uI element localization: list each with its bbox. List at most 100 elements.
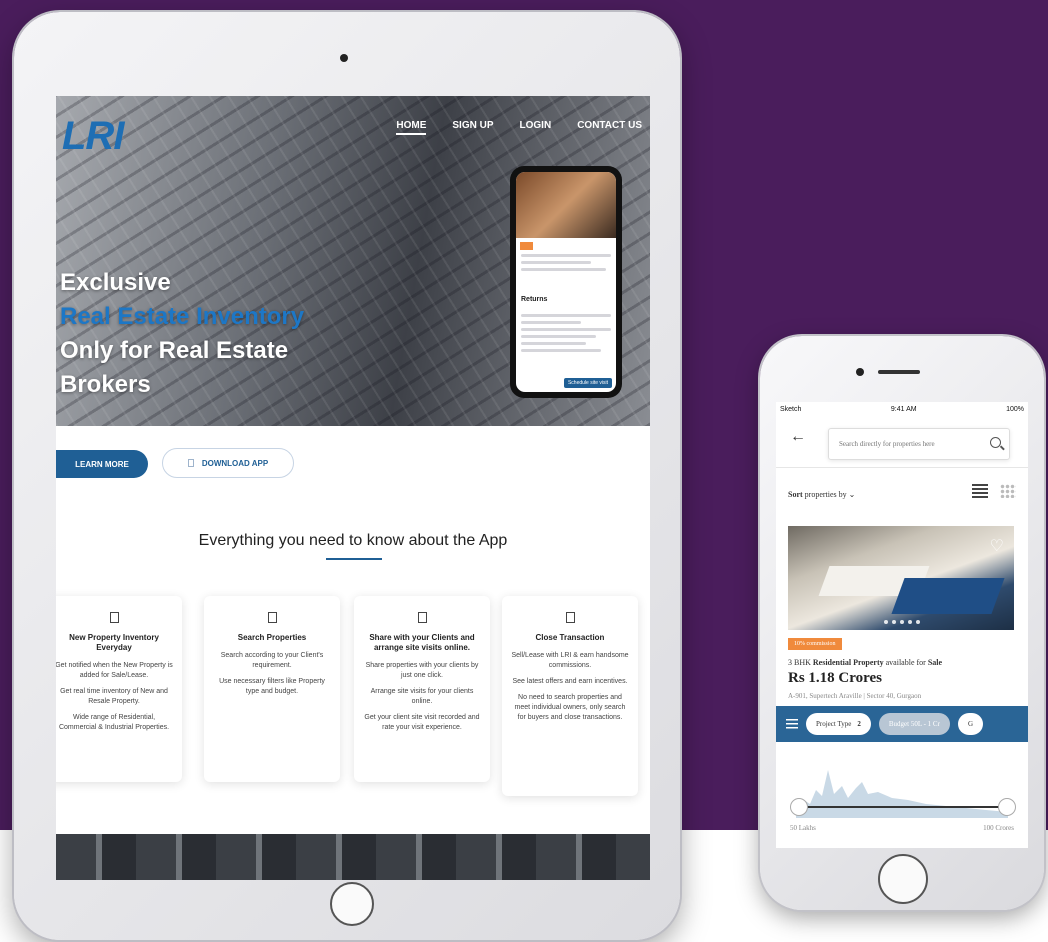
card-title: Close Transaction: [535, 633, 605, 642]
card-text: No need to search properties and meet in…: [514, 694, 626, 721]
phone-camera: [856, 368, 864, 376]
tablet-home-button[interactable]: [330, 882, 374, 926]
hero-phone-photo: [516, 172, 616, 238]
hero-phone-heading: Returns: [521, 296, 548, 303]
battery-label: 100%: [1006, 405, 1024, 413]
hero-line-3: Only for Real Estate: [60, 337, 289, 364]
tablet-screen: LRI HOME SIGN UP LOGIN CONTACT US Exclus…: [56, 96, 650, 880]
nav-login[interactable]: LOGIN: [520, 120, 552, 135]
price-histogram: [796, 770, 1008, 818]
nav-signup[interactable]: SIGN UP: [452, 120, 493, 135]
mobile-icon: [109, 612, 119, 623]
heart-icon[interactable]: ♡: [990, 536, 1004, 556]
feature-card-search: Search Properties Search according to yo…: [204, 596, 340, 782]
hero-headline: Exclusive Real Estate Inventory Only for…: [60, 266, 304, 402]
card-title: New Property Inventory Everyday: [69, 633, 159, 652]
placeholder-line: [521, 321, 581, 324]
search-icon[interactable]: [990, 437, 1001, 448]
card-text: Use necessary filters like Property type…: [219, 678, 325, 695]
placeholder-line: [521, 268, 606, 271]
card-title: Search Properties: [237, 633, 307, 642]
phone-icon: [187, 459, 194, 467]
commission-badge: 10% commission: [788, 638, 842, 650]
card-text: Share properties with your clients by ju…: [365, 662, 479, 679]
range-min-label: 50 Lakhs: [790, 824, 816, 832]
property-photo[interactable]: ♡: [788, 526, 1014, 630]
sort-label-bold: Sort: [788, 490, 803, 499]
chip-count: 2: [857, 720, 861, 728]
phone-speaker: [878, 370, 920, 374]
filter-bar: Project Type 2 Budget 50L - 1 Cr G: [776, 706, 1028, 742]
search-header: ←: [776, 416, 1028, 468]
property-bhk: 3 BHK: [788, 658, 811, 667]
property-price: Rs 1.18 Crores: [788, 670, 883, 686]
card-text: See latest offers and earn incentives.: [512, 678, 628, 685]
placeholder-line: [521, 314, 611, 317]
available-for-label: available for: [885, 658, 926, 667]
download-app-button[interactable]: DOWNLOAD APP: [162, 448, 294, 478]
hero-banner: LRI HOME SIGN UP LOGIN CONTACT US Exclus…: [56, 96, 650, 426]
phone-device: Sketch 9:41 AM 100% ← Sort properties by…: [760, 336, 1044, 910]
section-title: Everything you need to know about the Ap…: [198, 532, 508, 549]
list-view-icon[interactable]: [972, 484, 988, 498]
hero-phone-button: Schedule site visit: [563, 378, 612, 388]
card-text: Search according to your Client's requir…: [220, 652, 324, 669]
range-min-handle[interactable]: [790, 798, 808, 816]
status-bar: Sketch 9:41 AM 100%: [776, 402, 1028, 416]
status-time: 9:41 AM: [890, 405, 917, 413]
histogram-area: [796, 770, 1008, 818]
back-arrow-icon[interactable]: ←: [790, 428, 806, 446]
placeholder-line: [521, 254, 611, 257]
placeholder-line: [521, 328, 611, 331]
hero-phone-screen: Returns Schedule site visit: [516, 172, 616, 392]
hero-line-2: Real Estate Inventory: [60, 303, 305, 330]
feature-card-inventory: New Property Inventory Everyday Get noti…: [56, 596, 182, 782]
card-text: Wide range of Residential, Commercial & …: [58, 714, 170, 731]
range-slider-track[interactable]: [798, 806, 1006, 808]
card-text: Sell/Lease with LRI & earn handsome comm…: [511, 652, 629, 669]
site-logo[interactable]: LRI: [62, 114, 124, 159]
hero-line-4: Brokers: [60, 371, 151, 398]
card-text: Get real time inventory of New and Resal…: [60, 688, 168, 705]
nav-home[interactable]: HOME: [396, 120, 427, 135]
card-text: Get notified when the New Property is ad…: [56, 662, 173, 679]
phone-home-button[interactable]: [878, 854, 928, 904]
download-app-label: DOWNLOAD APP: [201, 458, 269, 468]
search-input[interactable]: [829, 429, 979, 459]
hero-phone-tag: [520, 242, 533, 250]
top-nav: HOME SIGN UP LOGIN CONTACT US: [396, 120, 642, 135]
feature-card-close: Close Transaction Sell/Lease with LRI & …: [502, 596, 638, 796]
learn-more-button[interactable]: LEARN MORE: [56, 450, 148, 478]
title-underline: [326, 558, 382, 560]
placeholder-line: [521, 342, 586, 345]
tablet-device: LRI HOME SIGN UP LOGIN CONTACT US Exclus…: [14, 12, 680, 940]
range-max-handle[interactable]: [998, 798, 1016, 816]
range-max-label: 100 Crores: [983, 824, 1014, 832]
mobile-icon: [565, 612, 575, 623]
placeholder-line: [521, 349, 601, 352]
sort-row: Sort properties by ⌄: [776, 468, 1028, 512]
filter-icon[interactable]: [786, 719, 798, 729]
property-description: 3 BHK Residential Property available for…: [788, 658, 942, 667]
tablet-camera: [340, 54, 348, 62]
placeholder-line: [521, 261, 591, 264]
hero-line-1: Exclusive: [60, 269, 171, 296]
card-text: Get your client site visit recorded and …: [364, 714, 480, 731]
chevron-down-icon: ⌄: [848, 490, 856, 499]
chip-label: Project Type: [816, 720, 852, 728]
carousel-dots[interactable]: [884, 620, 920, 624]
property-for: Sale: [927, 658, 943, 667]
search-box[interactable]: [828, 428, 1010, 460]
feature-card-share: Share with your Clients and arrange site…: [354, 596, 490, 782]
grid-view-icon[interactable]: [1000, 484, 1016, 498]
property-type: Residential Property: [812, 658, 884, 667]
filter-chip-budget[interactable]: Budget 50L - 1 Cr: [878, 713, 950, 735]
card-text: Arrange site visits for your clients onl…: [370, 688, 474, 705]
nav-contact[interactable]: CONTACT US: [577, 120, 642, 135]
sort-label-rest: properties by: [804, 490, 847, 499]
filter-chip-project-type[interactable]: Project Type 2: [806, 713, 871, 735]
placeholder-line: [521, 335, 596, 338]
filter-chip-more[interactable]: G: [957, 713, 983, 735]
mobile-icon: [417, 612, 427, 623]
sort-dropdown[interactable]: Sort properties by ⌄: [788, 490, 855, 499]
